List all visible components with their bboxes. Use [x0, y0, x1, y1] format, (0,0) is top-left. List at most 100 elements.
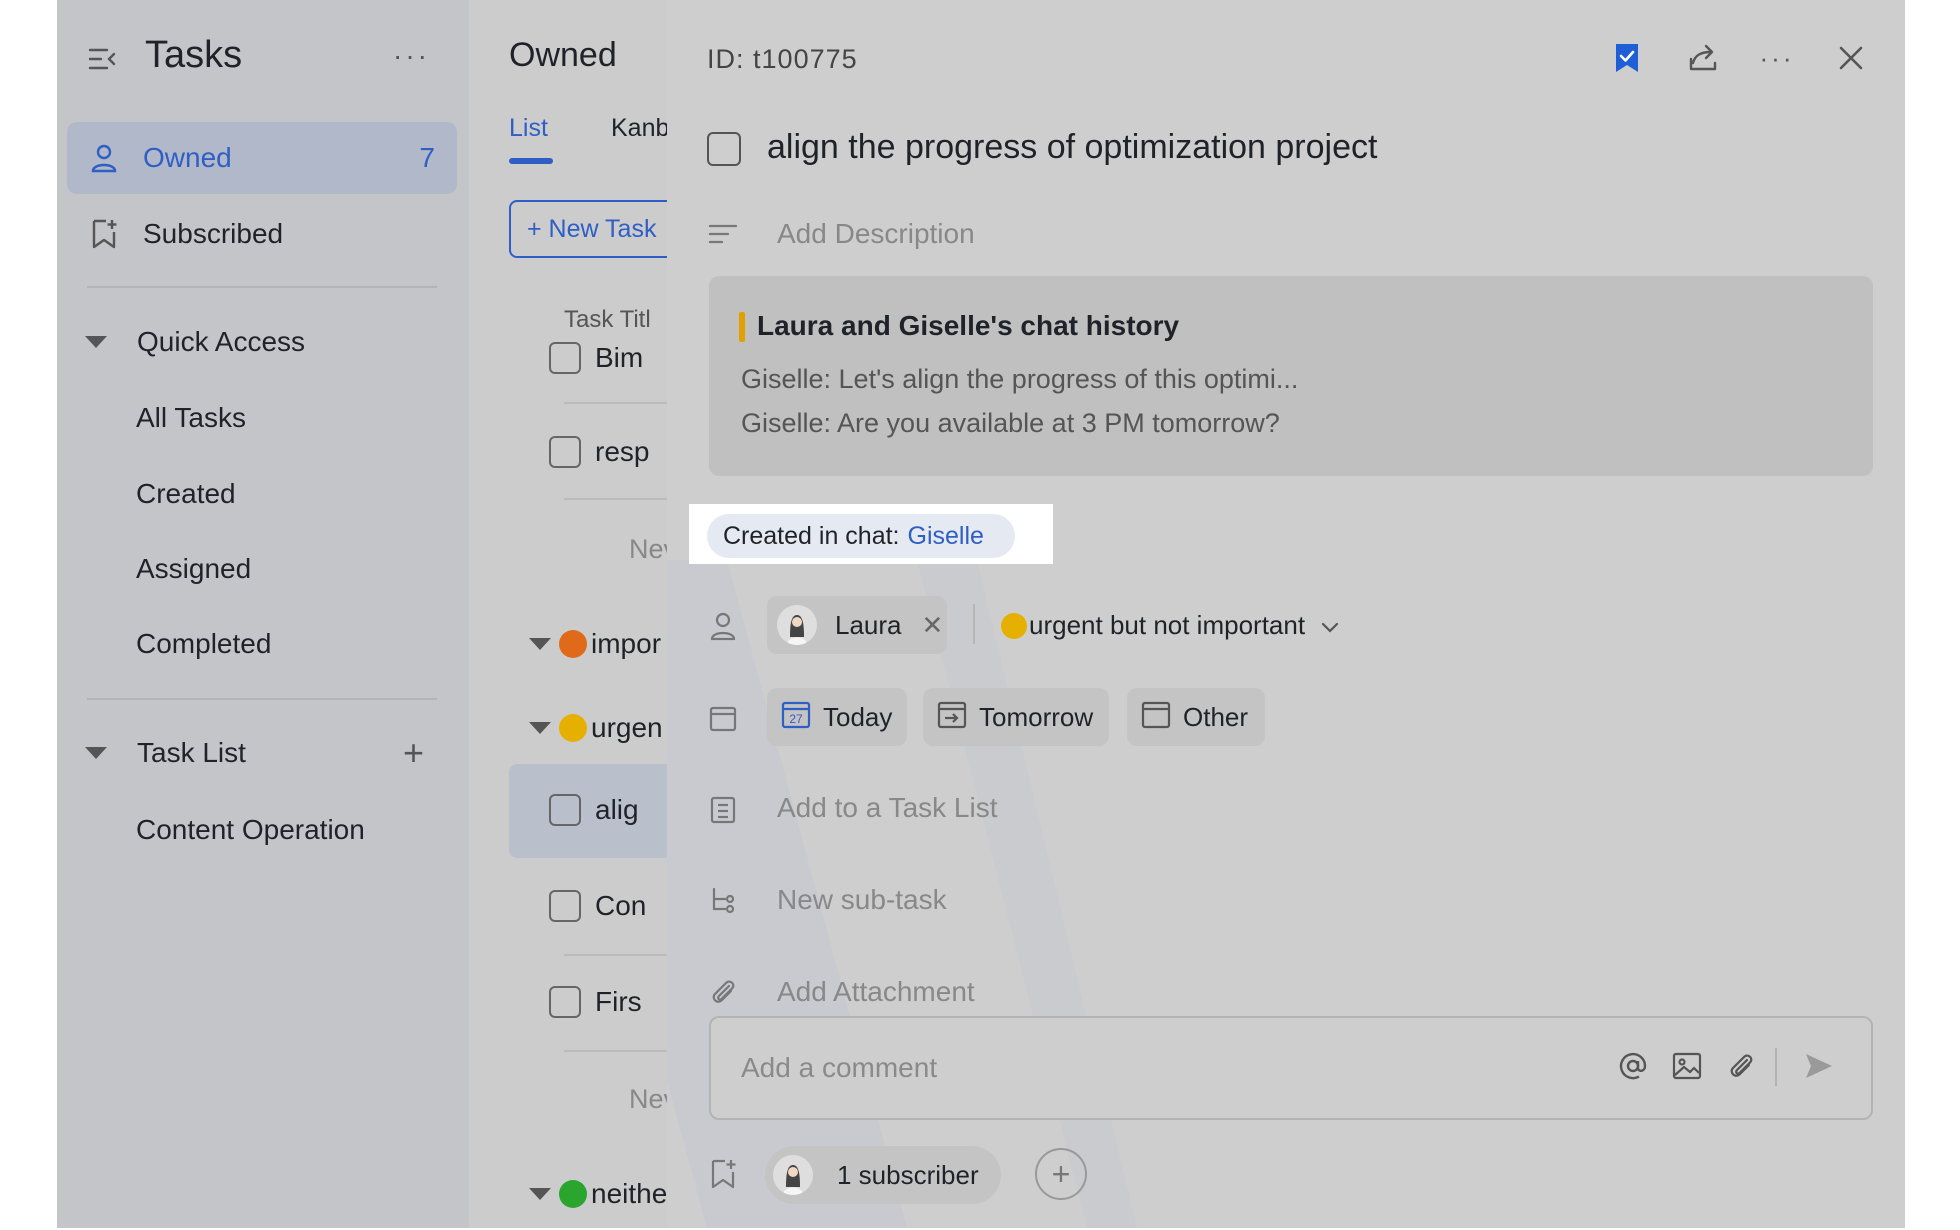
more-icon[interactable]: ··· — [1757, 38, 1797, 78]
task-checkbox[interactable] — [549, 986, 581, 1018]
sidebar-item-completed[interactable]: Completed — [136, 628, 271, 660]
add-task-list-button[interactable]: + — [403, 732, 424, 774]
section-label: Task List — [137, 737, 246, 768]
due-tomorrow-label: Tomorrow — [979, 701, 1094, 732]
tab-list[interactable]: List — [509, 114, 548, 143]
description-icon — [707, 218, 739, 250]
priority-label: urgent but not important — [1029, 610, 1306, 640]
column-header-title: Task Titl — [564, 306, 651, 333]
add-to-task-list-field[interactable]: Add to a Task List — [777, 792, 998, 824]
priority-dot — [559, 714, 587, 742]
new-subtask-field[interactable]: New sub-task — [777, 884, 947, 916]
sidebar-item-subscribed[interactable]: Subscribed — [67, 198, 457, 270]
image-icon[interactable] — [1669, 1048, 1705, 1084]
add-subscriber-button[interactable]: + — [1035, 1148, 1087, 1200]
priority-dot — [559, 1180, 587, 1208]
bookmark-icon[interactable] — [1607, 38, 1647, 78]
accent-bar — [739, 312, 745, 342]
subtask-icon — [707, 886, 739, 918]
task-checkbox[interactable] — [549, 794, 581, 826]
complete-task-checkbox[interactable] — [707, 132, 741, 166]
due-other-label: Other — [1183, 701, 1249, 732]
new-task-row[interactable]: Nev — [629, 534, 667, 565]
chat-history-title: Laura and Giselle's chat history — [757, 310, 1180, 341]
task-title[interactable]: Firs — [595, 986, 642, 1018]
remove-assignee-icon[interactable]: ✕ — [922, 610, 944, 641]
sidebar: Tasks ··· Owned 7 Subscribed Quick Acces… — [57, 0, 469, 1228]
share-icon[interactable] — [1683, 38, 1723, 78]
row-divider — [564, 498, 667, 500]
task-checkbox[interactable] — [549, 890, 581, 922]
due-tomorrow-button[interactable]: Tomorrow — [923, 688, 1109, 746]
row-divider — [564, 954, 667, 956]
caret-down-icon — [529, 1188, 551, 1200]
task-title[interactable]: Con — [595, 890, 646, 922]
task-title[interactable]: resp — [595, 436, 649, 468]
sidebar-item-content-operation[interactable]: Content Operation — [136, 814, 365, 846]
priority-selector[interactable]: urgent but not important — [1001, 610, 1339, 641]
group-important[interactable]: impor — [529, 628, 661, 660]
task-list-toggle[interactable]: Task List — [85, 737, 246, 769]
attachment-icon[interactable] — [1723, 1048, 1759, 1084]
origin-prefix: Created in chat: — [723, 521, 900, 550]
close-icon[interactable] — [1831, 38, 1871, 78]
id-value: t100775 — [753, 44, 858, 74]
group-label: neithe — [591, 1178, 667, 1209]
task-title[interactable]: Bim — [595, 342, 643, 374]
assignee-name: Laura — [835, 609, 902, 640]
chat-message: Giselle: Are you available at 3 PM tomor… — [741, 408, 1280, 438]
group-urgent[interactable]: urgen — [529, 712, 663, 744]
avatar — [777, 605, 817, 645]
calendar-icon — [1141, 699, 1171, 736]
subscribers-chip[interactable]: 1 subscriber — [765, 1146, 1001, 1204]
owned-count-badge: 7 — [419, 142, 435, 173]
row-divider — [564, 402, 667, 404]
priority-dot — [559, 630, 587, 658]
due-today-button[interactable]: 27 Today — [767, 688, 907, 746]
comment-placeholder: Add a comment — [741, 1052, 938, 1083]
sidebar-item-all-tasks[interactable]: All Tasks — [136, 402, 246, 434]
add-attachment-field[interactable]: Add Attachment — [777, 976, 975, 1008]
caret-down-icon — [529, 722, 551, 734]
selected-task-row[interactable] — [509, 764, 667, 858]
mention-icon[interactable] — [1615, 1048, 1651, 1084]
assignee-chip[interactable]: Laura ✕ — [767, 596, 947, 654]
task-title[interactable]: alig — [595, 794, 639, 826]
collapse-sidebar-icon[interactable] — [87, 44, 117, 74]
task-list-pane: Owned List Kanb + New Task Task Titl Bim… — [469, 0, 667, 1228]
new-task-row[interactable]: Nev — [629, 1084, 667, 1115]
due-other-button[interactable]: Other — [1127, 688, 1265, 746]
new-task-button[interactable]: + New Task — [509, 200, 667, 258]
origin-chat-link[interactable]: Giselle — [908, 522, 984, 551]
caret-down-icon — [85, 336, 107, 348]
subscribe-icon[interactable] — [707, 1158, 739, 1190]
divider — [87, 286, 437, 288]
task-checkbox[interactable] — [549, 342, 581, 374]
subscriber-count: 1 subscriber — [837, 1159, 979, 1190]
sidebar-item-label: Subscribed — [143, 218, 284, 249]
due-today-label: Today — [823, 701, 893, 732]
send-icon[interactable] — [1801, 1048, 1837, 1084]
svg-text:27: 27 — [789, 712, 803, 726]
assignee-icon — [707, 610, 739, 642]
task-detail-panel: ID: t100775 ··· align the progress of op… — [667, 0, 1905, 1228]
group-label: urgen — [591, 712, 663, 743]
avatar — [773, 1155, 813, 1195]
comment-input[interactable]: Add a comment — [709, 1016, 1873, 1120]
id-label: ID: — [707, 44, 745, 74]
tab-kanban[interactable]: Kanb — [611, 114, 667, 143]
sidebar-item-owned[interactable]: Owned 7 — [67, 122, 457, 194]
sidebar-title: Tasks — [145, 34, 243, 76]
add-description-field[interactable]: Add Description — [777, 218, 975, 250]
caret-down-icon — [85, 747, 107, 759]
sidebar-item-created[interactable]: Created — [136, 478, 236, 510]
calendar-tomorrow-icon — [937, 699, 967, 736]
calendar-today-icon: 27 — [781, 699, 811, 736]
quick-access-toggle[interactable]: Quick Access — [85, 326, 305, 358]
group-neither[interactable]: neithe — [529, 1178, 667, 1210]
more-icon[interactable]: ··· — [393, 40, 430, 72]
task-checkbox[interactable] — [549, 436, 581, 468]
sidebar-item-assigned[interactable]: Assigned — [136, 553, 251, 585]
task-title[interactable]: align the progress of optimization proje… — [767, 128, 1377, 167]
chat-history-card[interactable]: Laura and Giselle's chat history Giselle… — [709, 276, 1873, 476]
